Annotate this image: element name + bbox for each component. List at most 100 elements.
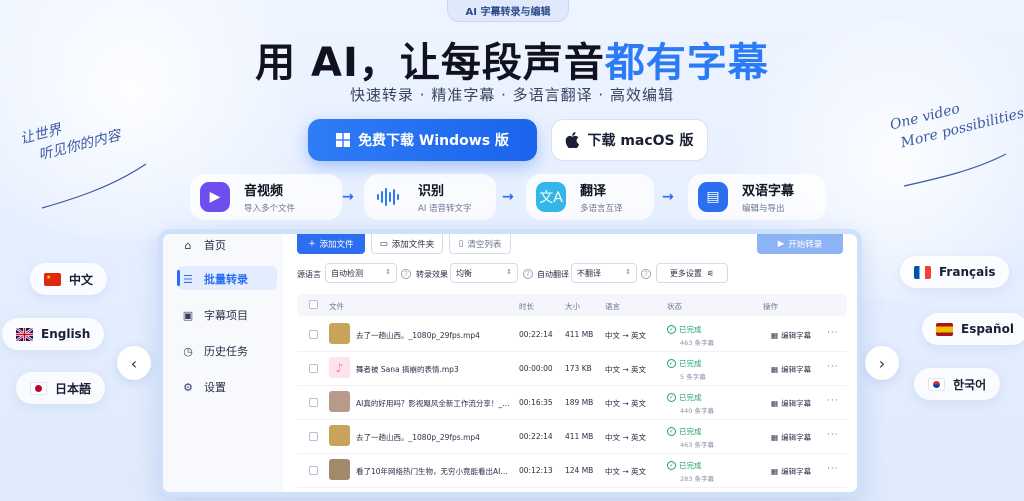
add-folder-label: 添加文件夹	[391, 239, 435, 250]
lang-pill-english[interactable]: English	[2, 318, 105, 350]
lang-label: 日本語	[55, 381, 92, 396]
select-all-checkbox[interactable]	[309, 300, 318, 309]
download-windows-button[interactable]: 免费下载 Windows 版	[308, 119, 537, 161]
file-name: 舞者被 Sana 搞崩的表情.mp3	[356, 365, 459, 374]
subtitle-count: 463 条字幕	[680, 441, 714, 449]
lang-pill-spanish[interactable]: Español	[922, 313, 1024, 345]
file-size: 189 MB	[565, 398, 594, 407]
more-options-icon[interactable]: ···	[827, 362, 839, 372]
decorative-curve-left	[41, 163, 147, 209]
file-duration: 00:00:00	[519, 364, 553, 373]
help-icon[interactable]: ?	[641, 269, 651, 279]
more-settings-button[interactable]: 更多设置 ⚟	[656, 263, 728, 283]
sidebar-item-history[interactable]: ◷ 历史任务	[181, 340, 248, 362]
status-badge: ✓ 已完成 440 条字幕	[667, 392, 714, 415]
row-checkbox[interactable]	[309, 466, 318, 475]
table-row[interactable]: 去了一趟山西。_1080p_29fps.mp4 00:22:14 411 MB …	[297, 318, 847, 352]
row-checkbox[interactable]	[309, 330, 318, 339]
carousel-prev-button[interactable]: ‹	[117, 346, 151, 380]
edit-subtitles-button[interactable]: ▦ 编辑字幕	[771, 398, 811, 409]
add-file-button[interactable]: + 添加文件	[297, 234, 365, 254]
add-folder-button[interactable]: ▭ 添加文件夹	[371, 234, 443, 254]
edit-subtitles-button[interactable]: ▦ 编辑字幕	[771, 364, 811, 375]
help-icon[interactable]: ?	[523, 269, 533, 279]
sidebar-item-subtitles[interactable]: ▣ 字幕项目	[181, 304, 248, 326]
edit-icon: ▦	[771, 399, 779, 408]
status-badge: ✓ 已完成 283 条字幕	[667, 460, 714, 483]
lang-pill-korean[interactable]: 한국어	[914, 368, 1001, 400]
chevron-updown-icon: ⇕	[506, 268, 512, 276]
table-header: 文件 时长 大小 语言 状态 操作	[297, 294, 847, 316]
edit-subtitles-button[interactable]: ▦ 编辑字幕	[771, 330, 811, 341]
lang-label: 中文	[69, 272, 94, 287]
file-size: 411 MB	[565, 330, 594, 339]
sidebar-item-batch[interactable]: ☰ 批量转录	[181, 268, 248, 290]
table-row[interactable]: ♪ 舞者被 Sana 搞崩的表情.mp3 00:00:00 173 KB 中文 …	[297, 352, 847, 386]
col-action: 操作	[763, 302, 778, 311]
status-badge: ✓ 已完成 5 条字幕	[667, 358, 706, 381]
edit-subtitles-button[interactable]: ▦ 编辑字幕	[771, 432, 811, 443]
subtitle-count: 283 条字幕	[680, 475, 714, 483]
trash-icon: ▯	[458, 238, 464, 249]
clear-list-button[interactable]: ▯ 清空列表	[449, 234, 511, 254]
row-checkbox[interactable]	[309, 398, 318, 407]
clear-list-label: 清空列表	[467, 239, 502, 250]
row-checkbox[interactable]	[309, 432, 318, 441]
effect-label: 转录效果	[416, 270, 448, 279]
check-circle-icon: ✓	[667, 359, 676, 368]
japan-flag-icon	[30, 381, 47, 395]
col-language: 语言	[605, 302, 620, 311]
sidebar-item-label: 批量转录	[204, 273, 248, 286]
history-icon: ◷	[183, 344, 193, 358]
arrow-icon: →	[662, 189, 674, 205]
lang-pill-chinese[interactable]: ★ 中文	[30, 263, 108, 295]
help-icon[interactable]: ?	[401, 269, 411, 279]
table-row[interactable]: 去了一趟山西。_1080p_29fps.mp4 00:22:14 411 MB …	[297, 420, 847, 454]
lang-pill-french[interactable]: Français	[900, 256, 1010, 288]
file-duration: 00:12:13	[519, 466, 553, 475]
lang-pill-japanese[interactable]: 日本語	[16, 372, 106, 404]
step-desc: AI 语音转文字	[418, 204, 472, 214]
edit-label: 编辑字幕	[781, 331, 812, 340]
more-options-icon[interactable]: ···	[827, 396, 839, 406]
sidebar-item-settings[interactable]: ⚙ 设置	[181, 376, 226, 398]
page-subline: 快速转录 · 精准字幕 · 多语言翻译 · 高效编辑	[350, 86, 674, 104]
sidebar-item-home[interactable]: ⌂ 首页	[181, 234, 227, 256]
file-duration: 00:16:35	[519, 398, 553, 407]
korea-flag-icon	[928, 377, 945, 391]
file-duration: 00:22:14	[519, 432, 553, 441]
play-icon: ▶	[777, 239, 785, 249]
workflow-steps: ▶ 音视频 导入多个文件 → 识别 AI 语音转文字 → 文A 翻译 多语言互译 → …	[190, 174, 830, 220]
more-options-icon[interactable]: ···	[827, 464, 839, 474]
edit-icon: ▦	[771, 433, 779, 442]
file-size: 411 MB	[565, 432, 594, 441]
sidebar-active-indicator	[177, 270, 180, 286]
plus-icon: +	[308, 239, 316, 249]
col-size: 大小	[565, 302, 580, 311]
file-name: 去了一趟山西。_1080p_29fps.mp4	[356, 331, 480, 340]
video-thumbnail	[329, 323, 350, 344]
download-mac-button[interactable]: 下载 macOS 版	[551, 119, 708, 161]
decorative-curve-right	[903, 153, 1007, 187]
more-options-icon[interactable]: ···	[827, 430, 839, 440]
col-status: 状态	[667, 302, 682, 311]
auto-translate-select[interactable]: 不翻译 ⇕	[571, 263, 637, 283]
edit-subtitles-button[interactable]: ▦ 编辑字幕	[771, 466, 811, 477]
more-options-icon[interactable]: ···	[827, 328, 839, 338]
subtitle-count: 440 条字幕	[680, 407, 714, 415]
chevron-updown-icon: ⇕	[385, 268, 391, 276]
col-file: 文件	[329, 302, 344, 311]
apple-icon	[566, 132, 580, 148]
step-audio-video: ▶ 音视频 导入多个文件	[190, 174, 342, 220]
start-transcribe-button[interactable]: ▶ 开始转录	[757, 234, 843, 254]
batch-icon: ☰	[183, 272, 193, 286]
app-window: ⌂ 首页 ☰ 批量转录 ▣ 字幕项目 ◷ 历史任务 ⚙ 设置 + 添加文件 ▭ 添加文件夹 ▯…	[158, 229, 862, 497]
file-name: 去了一趟山西。_1080p_29fps.mp4	[356, 433, 480, 442]
carousel-next-button[interactable]: ›	[865, 346, 899, 380]
row-checkbox[interactable]	[309, 364, 318, 373]
download-windows-label: 免费下载 Windows 版	[358, 133, 509, 149]
table-row[interactable]: 看了10年网络热门生物，无穷小竟能看出AI吗？ 00:12:13 124 MB …	[297, 454, 847, 488]
source-lang-select[interactable]: 自动检测 ⇕	[325, 263, 397, 283]
effect-select[interactable]: 均衡 ⇕	[450, 263, 518, 283]
table-row[interactable]: AI真的好用吗？影视飓风全新工作流分享！_1080p 00:16:35 189 …	[297, 386, 847, 420]
